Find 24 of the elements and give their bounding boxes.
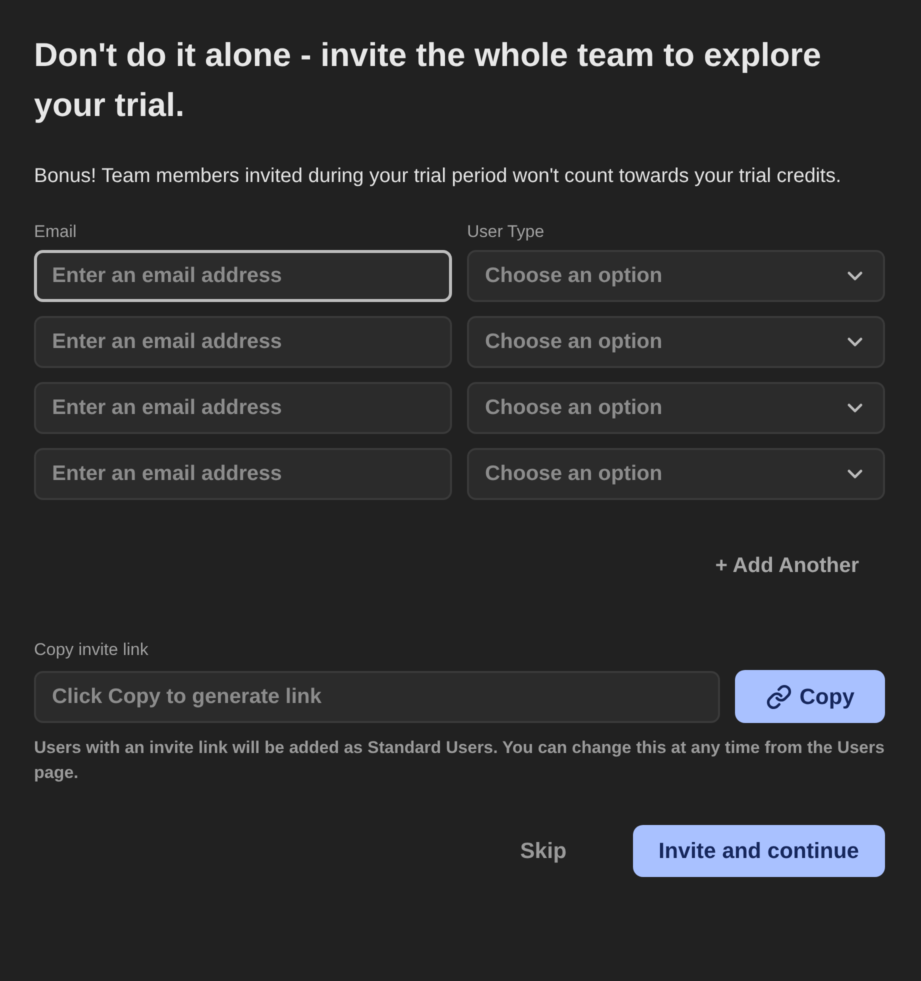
column-label: Email [34,222,78,242]
skip-button[interactable]: Skip [520,832,567,870]
email-field[interactable]: Enter an email address [34,250,452,302]
column-label: User Type [467,222,546,242]
invite-link-note: Users with an invite link will be added as Standard Users. You can change this at any time from the Users page. [34,737,885,784]
email-field[interactable]: Enter an email address [34,448,452,500]
user-type-dropdown[interactable]: Choose an option [467,316,885,368]
invite-link-field[interactable]: Click Copy to generate link [34,670,720,722]
chevron-down-icon [847,403,863,413]
copy-button[interactable]: Copy [735,670,885,723]
invite-button[interactable]: Invite and continue [632,825,885,877]
chevron-down-icon [847,469,863,479]
chevron-down-icon [847,337,863,347]
invite-link-label: Copy invite link [34,640,150,660]
link-icon [766,684,792,710]
bonus-text: Bonus! Team members invited during your trial period won't count towards your trial credits. [34,164,842,189]
email-field[interactable]: Enter an email address [34,316,452,368]
add-another-button[interactable]: + Add Another [715,550,859,582]
dialog-title: Don't do it alone - invite the whole team to explore your trial. [34,35,822,125]
chevron-down-icon [847,271,863,281]
user-type-dropdown[interactable]: Choose an option [467,448,885,500]
user-type-dropdown[interactable]: Choose an option [467,250,885,302]
user-type-dropdown[interactable]: Choose an option [467,382,885,434]
email-field[interactable]: Enter an email address [34,382,452,434]
